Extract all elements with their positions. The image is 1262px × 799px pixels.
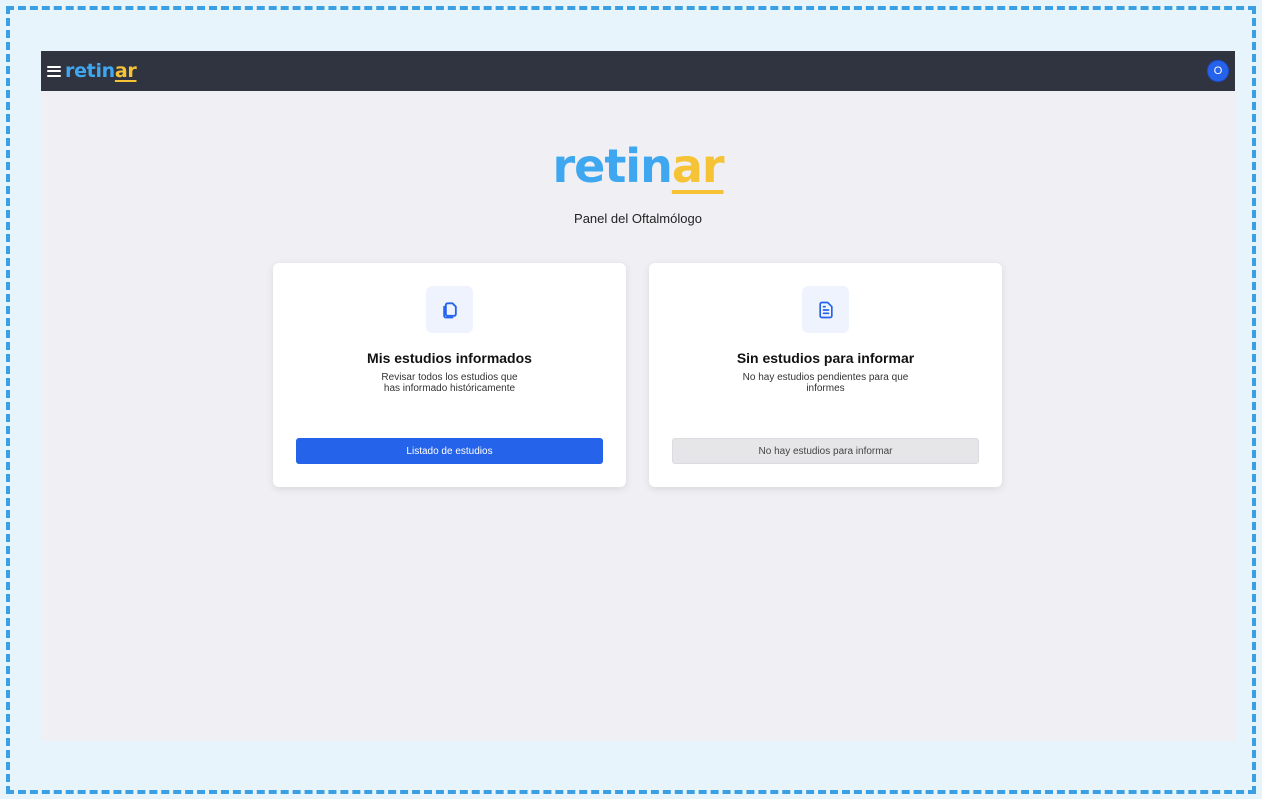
no-studies-button: No hay estudios para informar — [672, 438, 979, 464]
dashboard-cards: Mis estudios informados Revisar todos lo… — [273, 263, 1002, 487]
top-navbar: retinar O — [41, 51, 1235, 91]
hero-logo: retinar — [41, 143, 1235, 189]
hero-section: retinar Panel del Oftalmólogo — [41, 143, 1235, 226]
page-subtitle: Panel del Oftalmólogo — [574, 211, 702, 226]
hero-logo-part2: ar — [671, 139, 725, 193]
studies-list-button[interactable]: Listado de estudios — [296, 438, 603, 464]
card-informed-studies: Mis estudios informados Revisar todos lo… — [273, 263, 626, 487]
navbar-logo[interactable]: retinar — [65, 60, 137, 82]
card-title: Mis estudios informados — [367, 350, 532, 366]
logo-text-part1: retin — [65, 60, 115, 82]
card-pending-studies: Sin estudios para informar No hay estudi… — [649, 263, 1002, 487]
navbar-left: retinar — [47, 60, 137, 82]
hamburger-menu-icon[interactable] — [47, 65, 61, 77]
card-title: Sin estudios para informar — [736, 350, 915, 366]
app-window: retinar O retinar Panel del Oftalmólogo … — [41, 51, 1235, 741]
logo-text-part2: ar — [114, 60, 137, 82]
document-text-icon — [802, 286, 849, 333]
copy-documents-icon — [426, 286, 473, 333]
card-description: Revisar todos los estudios que has infor… — [381, 372, 518, 394]
hero-logo-part1: retin — [552, 139, 672, 193]
user-avatar[interactable]: O — [1207, 60, 1229, 82]
card-description: No hay estudios pendientes para que info… — [742, 372, 909, 394]
